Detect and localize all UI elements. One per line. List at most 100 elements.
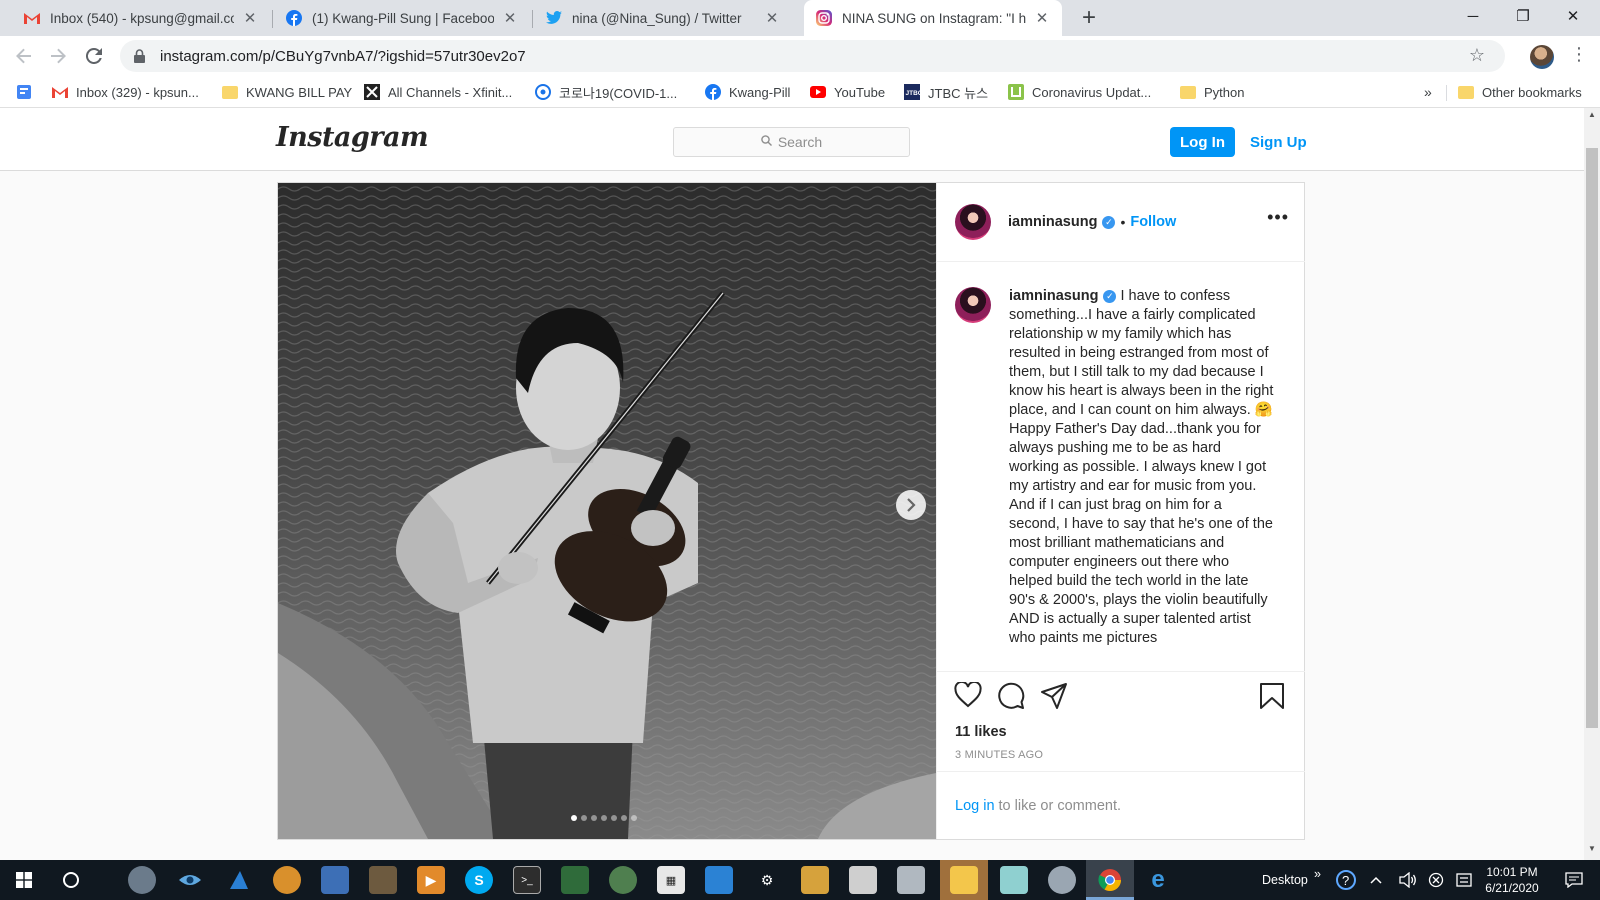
carousel-dot[interactable] — [631, 815, 637, 821]
address-bar[interactable]: instagram.com/p/CBuYg7vnbA7/?igshid=57ut… — [120, 40, 1505, 72]
edge-icon[interactable]: e — [1144, 866, 1172, 894]
post-sidebar: iamninasung ✓ • Follow ••• iamninasung ✓ … — [936, 183, 1305, 839]
hand-app-icon[interactable] — [849, 866, 877, 894]
bookmark-youtube[interactable]: YouTube — [810, 81, 885, 103]
bookmark-python[interactable]: Python — [1180, 81, 1244, 103]
caption-username[interactable]: iamninasung — [1009, 288, 1098, 304]
carousel-dot[interactable] — [571, 815, 577, 821]
paint-app-icon[interactable] — [273, 866, 301, 894]
scroll-down-arrow-icon[interactable]: ▼ — [1584, 844, 1600, 858]
spreadsheet-app-icon[interactable] — [561, 866, 589, 894]
cortana-search-icon[interactable] — [57, 866, 85, 894]
bookmark-kwang-bill-pay[interactable]: KWANG BILL PAY — [222, 81, 352, 103]
login-link[interactable]: Log in — [955, 798, 995, 814]
back-button[interactable] — [10, 42, 38, 70]
login-button[interactable]: Log In — [1170, 127, 1235, 157]
carousel-dot[interactable] — [621, 815, 627, 821]
notifications-icon[interactable] — [1560, 866, 1588, 894]
notepad-app-icon[interactable] — [897, 866, 925, 894]
avatar[interactable] — [955, 287, 991, 323]
bookmarks-overflow-button[interactable]: » — [1424, 81, 1432, 103]
carousel-dot[interactable] — [581, 815, 587, 821]
notes-app-icon[interactable] — [1000, 866, 1028, 894]
bookmark-covid[interactable]: 코로나19(COVID-1... — [535, 81, 677, 103]
archive-app-icon[interactable] — [369, 866, 397, 894]
heart-icon[interactable] — [954, 680, 984, 712]
violinist-photo-image — [278, 183, 936, 839]
skype-icon[interactable]: S — [465, 866, 493, 894]
carousel-next-button[interactable] — [896, 490, 926, 520]
close-window-button[interactable]: ✕ — [1550, 0, 1596, 32]
post-photo[interactable] — [278, 183, 936, 839]
bookmark-other[interactable]: Other bookmarks — [1458, 81, 1582, 103]
windows-start-icon[interactable] — [10, 866, 38, 894]
reload-button[interactable] — [80, 42, 108, 70]
bookmark-xfinity[interactable]: All Channels - Xfinit... — [364, 81, 512, 103]
restore-button[interactable]: ❐ — [1500, 0, 1546, 32]
volume-icon[interactable] — [1394, 866, 1422, 894]
verified-badge-icon: ✓ — [1103, 289, 1117, 303]
minimize-button[interactable]: ─ — [1450, 0, 1496, 32]
close-icon[interactable]: ✕ — [242, 9, 258, 27]
chrome-icon[interactable] — [1096, 866, 1124, 894]
taskbar-clock[interactable]: 10:01 PM 6/21/2020 — [1474, 864, 1550, 896]
close-icon[interactable]: ✕ — [502, 9, 518, 27]
terminal-icon[interactable]: >_ — [513, 866, 541, 894]
bookmark-jtbc[interactable]: JTBC JTBC 뉴스 — [904, 81, 988, 103]
remote-desktop-icon[interactable] — [705, 866, 733, 894]
file-explorer-icon[interactable] — [950, 866, 978, 894]
toolbar-chevron[interactable]: » — [1314, 854, 1321, 894]
share-icon[interactable] — [1040, 682, 1070, 712]
post-header: iamninasung ✓ • Follow ••• — [937, 183, 1305, 262]
media-player-icon[interactable]: ▶ — [417, 866, 445, 894]
folder-icon — [1458, 84, 1474, 100]
signup-button[interactable]: Sign Up — [1250, 127, 1307, 157]
settings-gear-icon[interactable]: ⚙ — [753, 866, 781, 894]
globe-app-icon[interactable] — [128, 866, 156, 894]
desktop-toolbar[interactable]: Desktop — [1262, 860, 1308, 900]
bookmark-star-icon[interactable]: ☆ — [1469, 45, 1485, 66]
bookmark-gmail[interactable]: Inbox (329) - kpsun... — [52, 81, 199, 103]
close-icon[interactable]: ✕ — [764, 9, 780, 27]
new-tab-button[interactable]: + — [1075, 4, 1103, 32]
tab-instagram[interactable]: NINA SUNG on Instagram: "I hav ✕ — [804, 0, 1062, 36]
bookmark-facebook[interactable]: Kwang-Pill — [705, 81, 790, 103]
page-scrollbar[interactable]: ▲ ▼ — [1584, 108, 1600, 860]
bookmark-icon[interactable] — [1259, 682, 1289, 712]
close-icon[interactable]: ✕ — [1034, 9, 1050, 27]
network-disconnected-icon[interactable] — [1422, 866, 1450, 894]
calculator-icon[interactable]: ▦ — [657, 866, 685, 894]
chevron-right-icon — [907, 498, 916, 512]
tools-app-icon[interactable] — [801, 866, 829, 894]
instagram-logo[interactable]: Instagram — [276, 122, 429, 153]
follow-button[interactable]: Follow — [1130, 214, 1176, 230]
search-input[interactable]: Search — [673, 127, 910, 157]
carousel-dot[interactable] — [611, 815, 617, 821]
post-card: iamninasung ✓ • Follow ••• iamninasung ✓ … — [277, 182, 1305, 840]
map-app-icon[interactable] — [609, 866, 637, 894]
eye-app-icon[interactable] — [176, 866, 204, 894]
more-options-icon[interactable]: ••• — [1267, 207, 1289, 228]
likes-count[interactable]: 11 likes — [955, 724, 1007, 740]
tray-up-chevron-icon[interactable] — [1362, 866, 1390, 894]
scrollbar-thumb[interactable] — [1586, 148, 1598, 728]
carousel-dot[interactable] — [601, 815, 607, 821]
bookmark-coronavirus[interactable]: Coronavirus Updat... — [1008, 81, 1151, 103]
help-icon[interactable]: ? — [1332, 866, 1360, 894]
bookmark-app[interactable] — [16, 81, 40, 103]
settings-app-icon[interactable] — [1048, 866, 1076, 894]
browser-menu-icon[interactable]: ⋮ — [1570, 44, 1588, 65]
network-app-icon[interactable] — [321, 866, 349, 894]
tab-strip: Inbox (540) - kpsung@gmail.com ✕ (1) Kwa… — [0, 0, 1600, 36]
avatar[interactable] — [955, 204, 991, 240]
comment-icon[interactable] — [997, 682, 1027, 712]
post-username[interactable]: iamninasung — [1008, 214, 1097, 230]
profile-avatar[interactable] — [1530, 45, 1554, 69]
tab-twitter[interactable]: nina (@Nina_Sung) / Twitter ✕ — [534, 0, 792, 36]
forward-button[interactable] — [44, 42, 72, 70]
scroll-up-arrow-icon[interactable]: ▲ — [1584, 110, 1600, 124]
tab-facebook[interactable]: (1) Kwang-Pill Sung | Facebook ✕ — [274, 0, 530, 36]
tab-gmail[interactable]: Inbox (540) - kpsung@gmail.com ✕ — [12, 0, 270, 36]
sail-app-icon[interactable] — [225, 866, 253, 894]
carousel-dot[interactable] — [591, 815, 597, 821]
